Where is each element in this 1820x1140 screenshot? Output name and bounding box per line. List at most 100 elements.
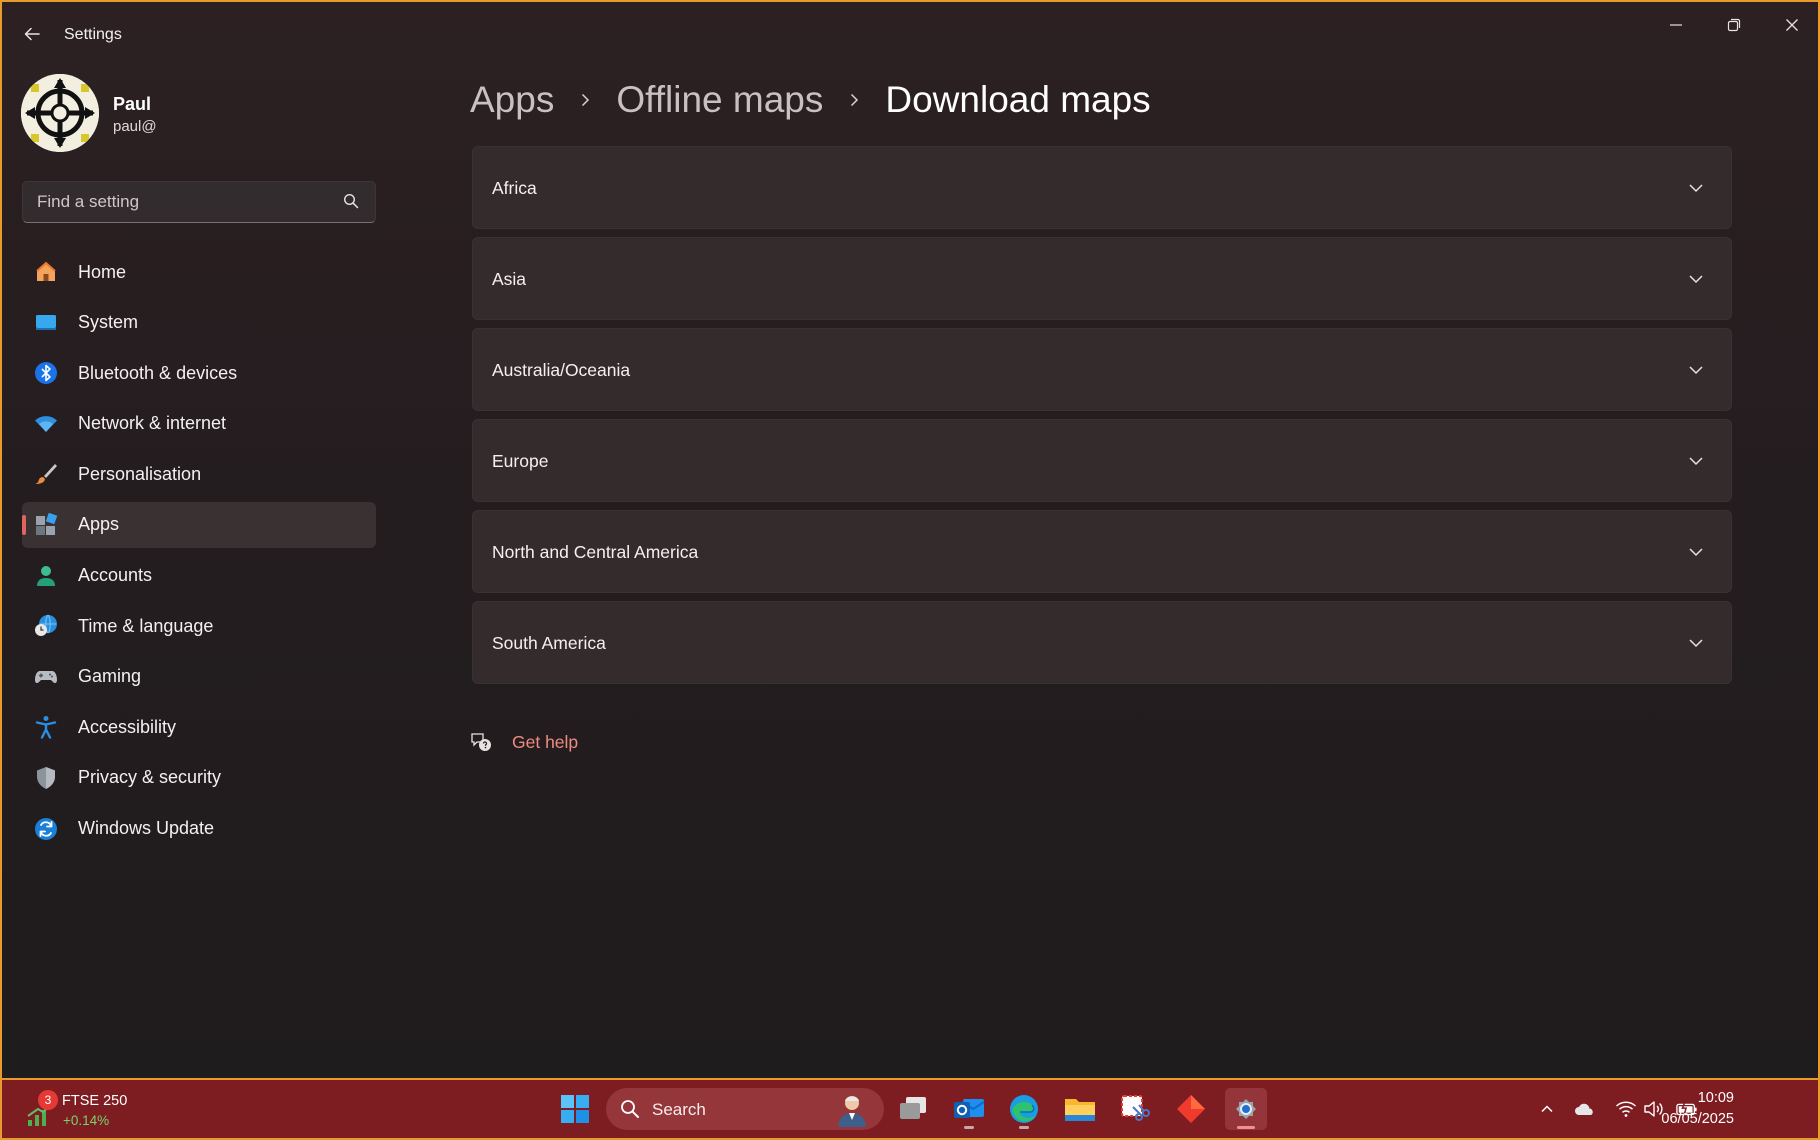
restore-button[interactable] [1706, 8, 1762, 42]
sidebar-item-bluetooth[interactable]: Bluetooth & devices [22, 350, 376, 396]
sidebar-nav: Home System Bluetooth & devices Network … [22, 249, 376, 856]
sidebar-item-privacy[interactable]: Privacy & security [22, 755, 376, 801]
region-south-america[interactable]: South America [472, 601, 1732, 684]
update-icon [35, 817, 57, 840]
region-label: Australia/Oceania [492, 360, 631, 380]
minimize-icon [1670, 24, 1682, 26]
back-button[interactable] [14, 16, 50, 52]
get-help-link[interactable]: Get help [470, 728, 578, 756]
sidebar-item-system[interactable]: System [22, 300, 376, 346]
outlook-button[interactable] [948, 1088, 990, 1130]
task-view-button[interactable] [892, 1088, 934, 1130]
region-list: Africa Asia Australia/Oceania Europe Nor… [472, 146, 1732, 692]
file-explorer-button[interactable] [1059, 1088, 1101, 1130]
onedrive-button[interactable] [1574, 1098, 1596, 1120]
task-view-icon [900, 1097, 926, 1119]
edge-icon [1010, 1095, 1038, 1123]
chevron-down-icon [1689, 366, 1703, 375]
region-north-central-america[interactable]: North and Central America [472, 510, 1732, 593]
search-icon [621, 1100, 639, 1118]
title-bar: Settings [2, 2, 1818, 64]
accessibility-icon [35, 716, 57, 740]
stocks-widget[interactable]: 3 FTSE 250 +0.14% [20, 1086, 140, 1132]
person-icon [37, 565, 55, 586]
home-icon [36, 261, 56, 281]
file-explorer-icon [1065, 1099, 1095, 1121]
avatar-crosshair-icon [21, 74, 99, 152]
get-help-label: Get help [512, 731, 579, 752]
chevron-down-icon [1689, 275, 1703, 284]
region-label: Africa [492, 178, 537, 198]
onedrive-cloud-icon [1575, 1103, 1593, 1115]
sidebar-item-home[interactable]: Home [22, 249, 376, 295]
close-icon [1786, 19, 1798, 31]
user-email: paul@ [113, 118, 157, 135]
breadcrumb-apps[interactable]: Apps [470, 79, 554, 121]
edge-button[interactable] [1003, 1088, 1045, 1130]
sidebar-item-apps[interactable]: Apps [22, 501, 376, 548]
settings-search[interactable] [22, 181, 376, 223]
restore-icon [1727, 18, 1741, 32]
sidebar-item-gaming[interactable]: Gaming [22, 654, 376, 700]
user-name: Paul [113, 94, 152, 114]
chevron-right-icon [847, 93, 861, 107]
system-icon [36, 314, 56, 330]
red-app-button[interactable] [1170, 1088, 1212, 1130]
start-button[interactable] [554, 1088, 596, 1130]
snipping-tool-button[interactable] [1114, 1088, 1156, 1130]
taskbar: 3 FTSE 250 +0.14% Search 10:09 06/05/202… [2, 1080, 1818, 1138]
paintbrush-icon [35, 464, 57, 485]
region-label: South America [492, 633, 606, 653]
settings-icon [1236, 1099, 1256, 1119]
sidebar-item-network[interactable]: Network & internet [22, 401, 376, 447]
settings-taskbar-button[interactable] [1225, 1088, 1267, 1130]
shield-icon [37, 766, 55, 789]
sidebar-item-accounts[interactable]: Accounts [22, 553, 376, 599]
breadcrumb-offline-maps[interactable]: Offline maps [616, 79, 823, 121]
bluetooth-icon [35, 362, 57, 385]
sidebar-item-accessibility[interactable]: Accessibility [22, 704, 376, 750]
outlook-icon [954, 1099, 985, 1118]
help-chat-icon [471, 733, 491, 751]
chevron-down-icon [1689, 184, 1703, 193]
globe-clock-icon [35, 614, 57, 637]
start-icon [561, 1095, 589, 1123]
arrow-left-icon [24, 27, 40, 41]
minimize-button[interactable] [1648, 8, 1704, 42]
chevron-down-icon [1689, 548, 1703, 557]
region-label: Asia [492, 269, 527, 289]
sidebar-item-windows-update[interactable]: Windows Update [22, 806, 376, 852]
apps-icon [36, 512, 58, 535]
region-label: North and Central America [492, 542, 699, 562]
taskbar-search-label: Search [652, 1100, 706, 1119]
wifi-icon [35, 415, 57, 432]
region-asia[interactable]: Asia [472, 237, 1732, 320]
search-icon[interactable] [343, 193, 361, 211]
region-australia-oceania[interactable]: Australia/Oceania [472, 328, 1732, 411]
notification-badge: 3 [38, 1090, 58, 1110]
show-hidden-icons-button[interactable] [1536, 1098, 1558, 1120]
region-label: Europe [492, 451, 549, 471]
clock-time[interactable]: 10:09 [1698, 1090, 1734, 1106]
breadcrumb: Apps Offline maps Download maps [470, 72, 1151, 128]
chevron-up-icon [1541, 1105, 1553, 1113]
red-diamond-app-icon [1177, 1095, 1205, 1123]
wifi-icon [1615, 1101, 1637, 1117]
chevron-right-icon [578, 93, 592, 107]
clock-date[interactable]: 06/05/2025 [1661, 1111, 1734, 1127]
snipping-tool-icon [1121, 1095, 1150, 1121]
search-input[interactable] [23, 182, 323, 222]
avatar[interactable] [21, 74, 99, 152]
search-highlight-person-icon [838, 1096, 866, 1127]
close-button[interactable] [1764, 8, 1818, 42]
chevron-down-icon [1689, 639, 1703, 648]
network-tray-button[interactable] [1615, 1098, 1637, 1120]
taskbar-search[interactable]: Search [606, 1088, 884, 1130]
widget-title: FTSE 250 [62, 1093, 128, 1109]
sidebar-item-time-language[interactable]: Time & language [22, 603, 376, 649]
page-title: Download maps [885, 79, 1151, 120]
app-title: Settings [64, 26, 122, 43]
region-africa[interactable]: Africa [472, 146, 1732, 229]
region-europe[interactable]: Europe [472, 419, 1732, 502]
sidebar-item-personalisation[interactable]: Personalisation [22, 451, 376, 497]
